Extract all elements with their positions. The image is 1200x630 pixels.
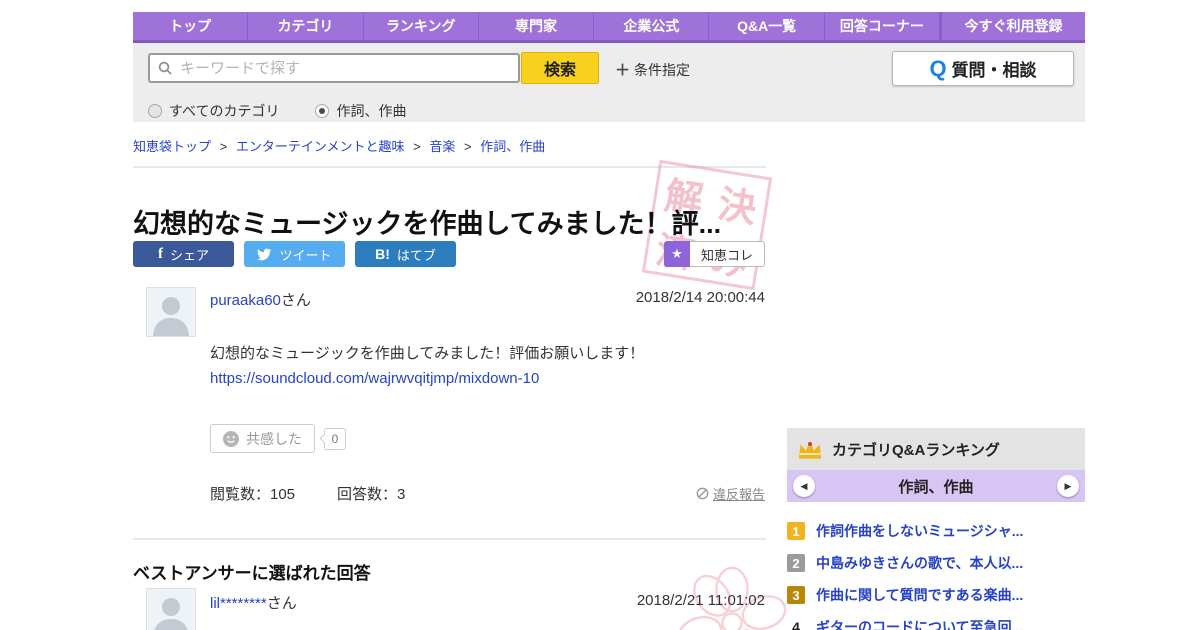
twitter-share-button[interactable]: ツイート [244,241,345,267]
nav-item-category[interactable]: カテゴリ [248,12,364,40]
question-stats: 閲覧数：105 回答数：3 [210,483,405,504]
ranking-list: 1 作詞作曲をしないミュージシャ... 2 中島みゆきさんの歌で、本人以... … [787,502,1085,630]
nav-item-qa-list[interactable]: Q&A一覧 [709,12,825,40]
ranking-header: カテゴリQ&Aランキング [787,428,1085,470]
rank-3-badge: 3 [787,586,805,604]
report-violation-link[interactable]: 違反報告 [696,484,765,503]
search-input[interactable] [178,58,518,78]
question-title: 幻想的なミュージックを作曲してみました！評... [133,209,722,240]
q-icon: Q [929,55,947,81]
chiebukuro-question-page: トップ カテゴリ ランキング 専門家 企業公式 Q&A一覧 回答コーナー 今すぐ… [0,0,1200,630]
default-user-icon [153,297,189,336]
category-scope-radios: すべてのカテゴリ 作詞、作曲 [148,101,406,121]
best-answer-heading: ベストアンサーに選ばれた回答 [133,564,371,583]
default-user-icon [154,598,188,630]
questioner-avatar[interactable] [146,287,196,337]
question-datetime: 2018/2/14 20:00:44 [635,289,765,306]
ranking-category-label: 作詞、作曲 [898,478,974,496]
nav-item-experts[interactable]: 専門家 [479,12,595,40]
top-navigation: トップ カテゴリ ランキング 専門家 企業公式 Q&A一覧 回答コーナー 今すぐ… [133,12,1085,43]
rank-1-badge: 1 [787,522,805,540]
ranking-item-2[interactable]: 2 中島みゆきさんの歌で、本人以... [787,547,1085,579]
smiley-icon [223,430,239,447]
nav-item-register[interactable]: 今すぐ利用登録 [940,12,1085,40]
breadcrumb-home[interactable]: 知恵袋トップ [133,139,211,154]
search-box [148,53,520,83]
star-icon: ★ [664,241,690,267]
answer-count: 回答数：3 [337,486,406,503]
questioner-name-link[interactable]: puraaka60 [210,292,281,309]
radio-selected-icon [315,104,330,118]
questioner-name: puraaka60さん [210,292,311,309]
facebook-icon: f [157,245,163,262]
ranking-category-bar: ◀ 作詞、作曲 ▶ [787,470,1085,502]
breadcrumb-separator: > [219,139,228,154]
search-band: 検索 ＋条件指定 Q 質問・相談 すべてのカテゴリ 作詞、作曲 [133,43,1085,122]
nav-item-answer-corner[interactable]: 回答コーナー [825,12,941,40]
soundcloud-link[interactable]: https://soundcloud.com/wajrwvqitjmp/mixd… [210,370,539,387]
plus-icon: ＋ [615,62,631,79]
rank-2-badge: 2 [787,554,805,572]
prev-category-button[interactable]: ◀ [793,475,815,497]
no-entry-icon [696,487,709,500]
hatena-icon: B! [375,246,390,262]
breadcrumb-music[interactable]: 音楽 [429,139,455,154]
radio-unselected-icon [148,104,162,118]
sympathize-button[interactable]: 共感した [210,424,315,453]
breadcrumb-separator: > [463,139,472,154]
breadcrumb: 知恵袋トップ > エンターテインメントと趣味 > 音楽 > 作詞、作曲 [133,136,545,155]
ask-question-button[interactable]: Q 質問・相談 [892,51,1074,86]
answerer-avatar[interactable] [146,588,196,630]
next-category-button[interactable]: ▶ [1057,475,1079,497]
crown-icon [799,441,821,459]
twitter-bird-icon [257,248,272,260]
advanced-search-link[interactable]: ＋条件指定 [615,59,690,80]
category-ranking-sidebar: カテゴリQ&Aランキング ◀ 作詞、作曲 ▶ 1 作詞作曲をしないミュージシャ.… [787,428,1085,630]
answerer-name-link[interactable]: lil******** [210,595,267,612]
ranking-item-1[interactable]: 1 作詞作曲をしないミュージシャ... [787,515,1085,547]
breadcrumb-songwriting[interactable]: 作詞、作曲 [480,139,545,154]
sympathy-row: 共感した 0 [210,424,346,453]
radio-current-category[interactable]: 作詞、作曲 [315,101,406,121]
sympathy-count: 0 [324,427,346,450]
answerer-name: lil********さん [210,595,297,612]
hatena-bookmark-button[interactable]: B! はてブ [355,241,456,267]
rank-4-badge: 4 [792,619,800,630]
chie-collection-button[interactable]: ★ 知恵コレ [664,241,766,267]
view-count: 閲覧数：105 [210,486,296,503]
ranking-item-3[interactable]: 3 作曲に関して質問ですある楽曲... [787,579,1085,611]
divider [133,538,766,540]
nav-item-ranking[interactable]: ランキング [364,12,479,40]
ranking-item-4[interactable]: 4 ギターのコードについて至急回... [787,611,1085,630]
answer-datetime: 2018/2/21 11:01:02 [636,592,765,609]
nav-item-top[interactable]: トップ [133,12,249,40]
share-buttons: f シェア ツイート B! はてブ [133,241,456,267]
search-button[interactable]: 検索 [521,52,599,84]
question-text: 幻想的なミュージックを作曲してみました！評価お願いします！ [210,345,645,362]
breadcrumb-separator: > [413,139,421,154]
question-body: 幻想的なミュージックを作曲してみました！評価お願いします！ https://so… [210,341,644,391]
nav-item-official[interactable]: 企業公式 [594,12,710,40]
search-icon [158,61,172,75]
breadcrumb-entertainment[interactable]: エンターテインメントと趣味 [236,139,405,154]
radio-all-categories[interactable]: すべてのカテゴリ [148,101,279,121]
facebook-share-button[interactable]: f シェア [133,241,234,267]
